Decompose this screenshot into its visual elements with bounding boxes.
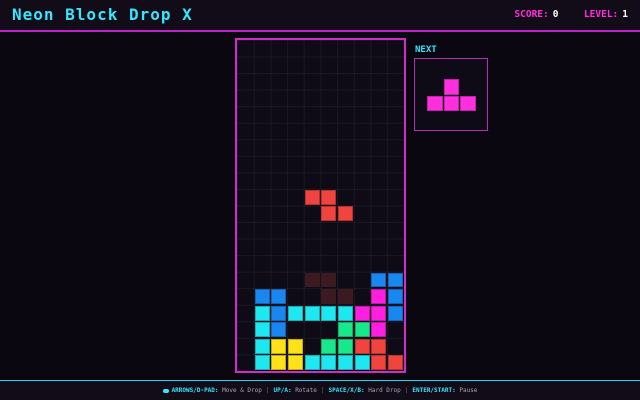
locked-block <box>271 305 287 321</box>
next-piece-preview <box>414 58 488 131</box>
separator: | <box>265 387 270 394</box>
level-label: LEVEL: <box>583 9 619 20</box>
locked-block <box>371 355 387 371</box>
control-desc: Rotate <box>291 387 317 394</box>
locked-block <box>338 338 354 354</box>
locked-block <box>371 322 387 338</box>
locked-block <box>287 355 303 371</box>
separator: | <box>404 387 409 394</box>
locked-block <box>354 305 370 321</box>
locked-block <box>271 289 287 304</box>
next-label: NEXT <box>415 45 437 55</box>
locked-block <box>338 355 354 371</box>
game-board[interactable] <box>235 38 406 373</box>
locked-block <box>271 338 287 354</box>
locked-block <box>388 305 404 321</box>
locked-block <box>354 338 370 354</box>
control-key: ARROWS/D-PAD: <box>171 387 219 394</box>
locked-block <box>304 305 320 321</box>
locked-block <box>338 322 354 338</box>
locked-block <box>287 305 303 321</box>
board-cells <box>237 40 404 371</box>
next-piece-block <box>443 95 459 111</box>
locked-block <box>371 289 387 304</box>
next-piece-block <box>427 95 443 111</box>
locked-block <box>371 305 387 321</box>
footer-bar: ARROWS/D-PAD: Move & Drop | UP/A: Rotate | S… <box>0 380 640 400</box>
score-label: SCORE: <box>514 9 549 20</box>
locked-block <box>254 355 270 371</box>
ghost-block <box>304 272 320 288</box>
locked-block <box>254 289 270 304</box>
locked-block <box>354 355 370 371</box>
control-key: SPACE/X/B: <box>328 387 365 394</box>
active-piece-block <box>338 206 354 222</box>
gamepad-icon <box>162 388 169 393</box>
next-piece-cells <box>415 59 487 130</box>
active-piece-block <box>321 206 337 222</box>
control-key: ENTER/START: <box>412 387 456 394</box>
header-bar: Neon Block Drop X SCORE: 0 LEVEL: 1 <box>0 0 640 32</box>
locked-block <box>338 305 354 321</box>
locked-block <box>304 355 320 371</box>
control-key: UP/A: <box>273 387 292 394</box>
control-desc: Move & Drop <box>218 387 262 394</box>
locked-block <box>254 322 270 338</box>
control-desc: Pause <box>455 387 478 394</box>
score-value: 0 <box>552 9 559 20</box>
locked-block <box>321 338 337 354</box>
locked-block <box>254 305 270 321</box>
locked-block <box>321 305 337 321</box>
locked-block <box>321 355 337 371</box>
ghost-block <box>321 272 337 288</box>
locked-block <box>371 272 387 288</box>
locked-block <box>371 338 387 354</box>
locked-block <box>254 338 270 354</box>
separator: | <box>320 387 325 394</box>
locked-block <box>388 355 404 371</box>
next-piece-block <box>443 79 459 95</box>
locked-block <box>287 338 303 354</box>
locked-block <box>388 289 404 304</box>
locked-block <box>388 272 404 288</box>
game-title: Neon Block Drop X <box>12 5 193 24</box>
control-desc: Hard Drop <box>364 387 401 394</box>
ghost-block <box>321 289 337 304</box>
controls-help: ARROWS/D-PAD: Move & Drop | UP/A: Rotate | S… <box>0 381 640 400</box>
locked-block <box>271 355 287 371</box>
ghost-block <box>338 289 354 304</box>
active-piece-block <box>304 189 320 205</box>
locked-block <box>271 322 287 338</box>
active-piece-block <box>321 189 337 205</box>
stats: SCORE: 0 LEVEL: 1 <box>514 8 628 22</box>
level-value: 1 <box>622 9 628 20</box>
next-piece-block <box>460 95 476 111</box>
locked-block <box>354 322 370 338</box>
game-window: Neon Block Drop X SCORE: 0 LEVEL: 1 NEXT A… <box>0 0 640 400</box>
